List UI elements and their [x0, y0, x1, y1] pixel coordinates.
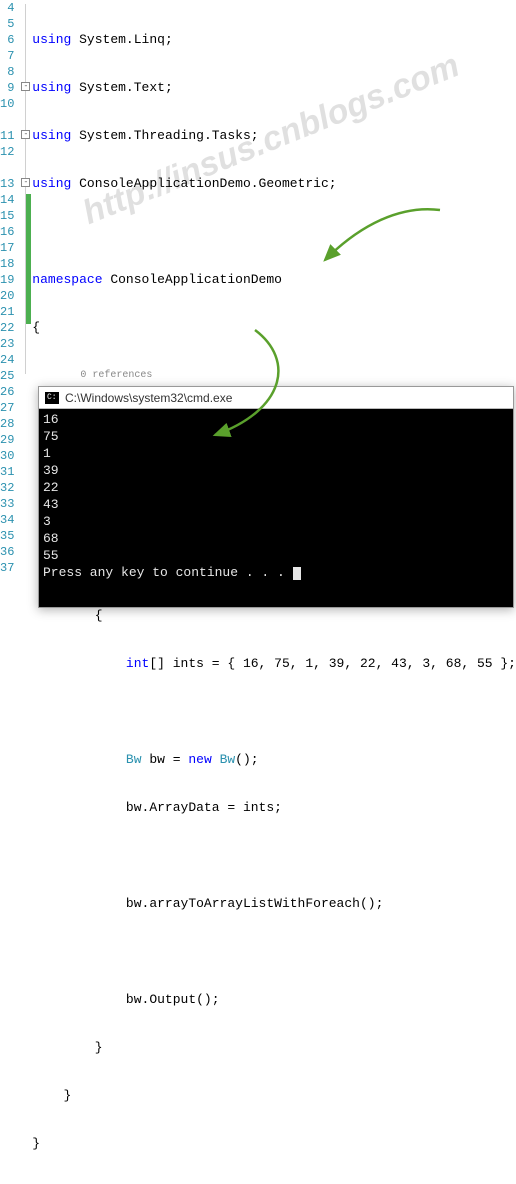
line-number: 12 [0, 144, 14, 160]
line-number: 23 [0, 336, 14, 352]
line-number: 17 [0, 240, 14, 256]
keyword: new [188, 752, 211, 767]
console-titlebar[interactable]: C: C:\Windows\system32\cmd.exe [39, 387, 513, 409]
keyword: namespace [32, 272, 102, 287]
namespace-ref: System.Threading.Tasks; [79, 128, 258, 143]
line-number: 25 [0, 368, 14, 384]
line-number: 5 [0, 16, 14, 32]
console-title-text: C:\Windows\system32\cmd.exe [65, 391, 232, 405]
line-number: 18 [0, 256, 14, 272]
line-number: 6 [0, 32, 14, 48]
keyword: using [32, 80, 71, 95]
console-window[interactable]: C: C:\Windows\system32\cmd.exe 16 75 1 3… [38, 386, 514, 608]
var-decl: bw = [142, 752, 189, 767]
line-number-gutter: 4567891011121314151617181920212223242526… [0, 0, 20, 382]
cmd-icon: C: [45, 392, 59, 404]
namespace-ref: System.Text; [79, 80, 173, 95]
line-number [0, 160, 14, 176]
line-number: 13 [0, 176, 14, 192]
line-number: 7 [0, 48, 14, 64]
ctor-tail: (); [235, 752, 258, 767]
code-area[interactable]: using System.Linq; using System.Text; us… [28, 0, 516, 382]
line-number [0, 112, 14, 128]
line-number: 11 [0, 128, 14, 144]
line-number: 4 [0, 0, 14, 16]
statement: bw.ArrayData = ints; [126, 800, 282, 815]
statement: bw.Output(); [126, 992, 220, 1007]
brace: } [95, 1040, 103, 1055]
line-number: 28 [0, 416, 14, 432]
brace: { [95, 608, 103, 623]
keyword: using [32, 128, 71, 143]
brace: { [32, 320, 40, 335]
keyword: using [32, 32, 71, 47]
type-name: Bw [220, 752, 236, 767]
line-number: 14 [0, 192, 14, 208]
line-number: 30 [0, 448, 14, 464]
line-number: 35 [0, 528, 14, 544]
line-number: 34 [0, 512, 14, 528]
line-number: 29 [0, 432, 14, 448]
array-decl: [] ints = { 16, 75, 1, 39, 22, 43, 3, 68… [149, 656, 516, 671]
line-number: 22 [0, 320, 14, 336]
statement: bw.arrayToArrayListWithForeach(); [126, 896, 383, 911]
line-number: 27 [0, 400, 14, 416]
line-number: 37 [0, 560, 14, 576]
codelens-refs[interactable]: 0 references [80, 370, 152, 381]
namespace-ref: ConsoleApplicationDemo.Geometric; [79, 176, 336, 191]
line-number: 32 [0, 480, 14, 496]
type-name: Bw [126, 752, 142, 767]
line-number: 33 [0, 496, 14, 512]
line-number: 36 [0, 544, 14, 560]
line-number: 9 [0, 80, 14, 96]
line-number: 24 [0, 352, 14, 368]
console-cursor [293, 567, 301, 580]
code-editor[interactable]: 4567891011121314151617181920212223242526… [0, 0, 516, 382]
line-number: 15 [0, 208, 14, 224]
line-number: 8 [0, 64, 14, 80]
line-number: 31 [0, 464, 14, 480]
keyword: using [32, 176, 71, 191]
keyword: int [126, 656, 149, 671]
line-number: 16 [0, 224, 14, 240]
line-number: 26 [0, 384, 14, 400]
brace: } [64, 1088, 72, 1103]
line-number: 20 [0, 288, 14, 304]
line-number: 21 [0, 304, 14, 320]
line-number: 10 [0, 96, 14, 112]
line-number: 19 [0, 272, 14, 288]
brace: } [32, 1136, 40, 1151]
console-body: 16 75 1 39 22 43 3 68 55 Press any key t… [39, 409, 513, 583]
namespace-name: ConsoleApplicationDemo [103, 272, 282, 287]
namespace-ref: System.Linq; [79, 32, 173, 47]
